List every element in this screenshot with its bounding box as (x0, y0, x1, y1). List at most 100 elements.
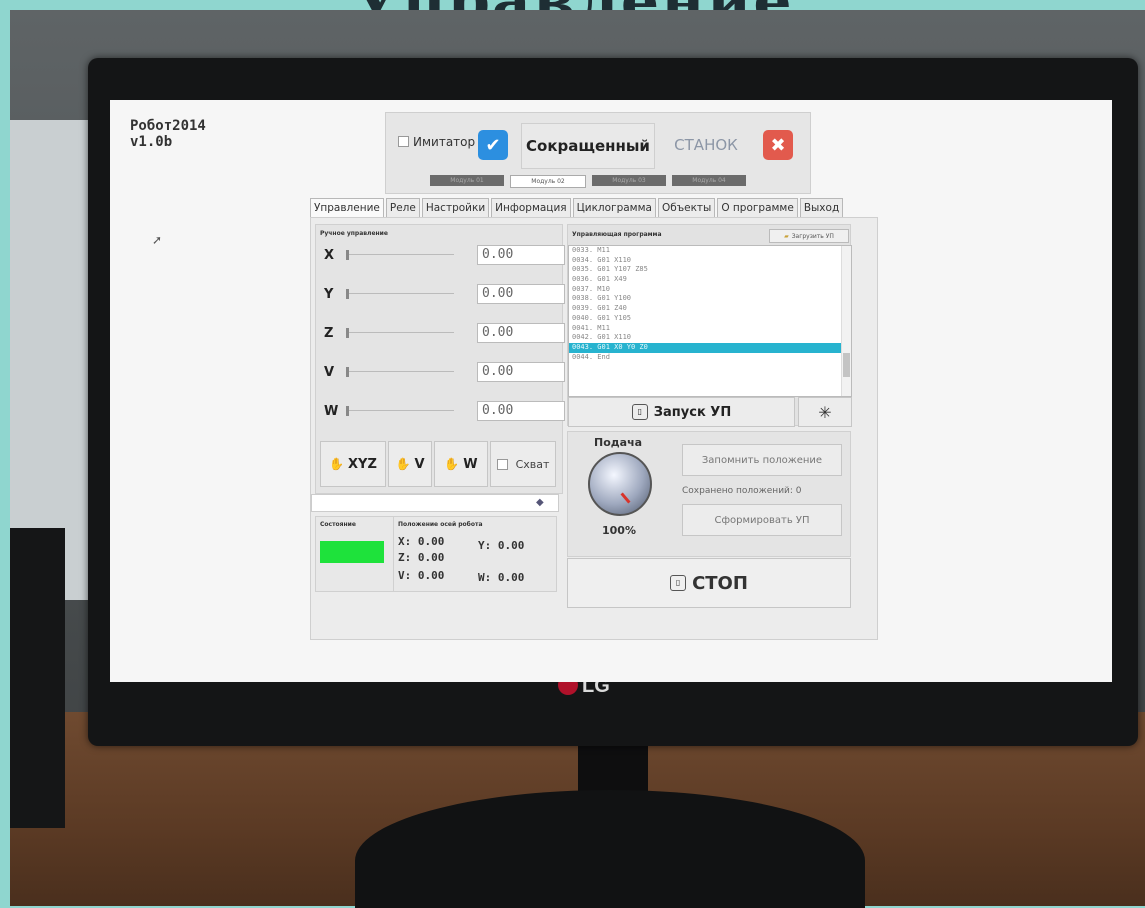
close-icon: ✖ (770, 134, 786, 156)
program-line[interactable]: 0042. G01 X110 (569, 333, 851, 343)
axis-v-slider-handle[interactable] (346, 367, 349, 377)
load-program-button[interactable]: ▰ Загрузить УП (769, 229, 849, 243)
side-device (10, 528, 65, 828)
manual-control-group: Ручное управление X 0.00 Y 0.00 Z 0.00 V… (315, 224, 565, 494)
sparkle-button[interactable]: ✳ (798, 397, 852, 427)
axis-x-slider-handle[interactable] (346, 250, 349, 260)
program-line[interactable]: 0038. G01 Y100 (569, 294, 851, 304)
program-line[interactable]: 0040. G01 Y105 (569, 314, 851, 324)
chevron-down-icon[interactable]: ◆ (536, 497, 544, 508)
program-line[interactable]: 0036. G01 X49 (569, 275, 851, 285)
axis-w-input[interactable]: 0.00 (477, 401, 565, 421)
program-title: Управляющая программа (572, 231, 662, 238)
tab-objects[interactable]: Объекты (657, 198, 716, 217)
axis-z-slider[interactable] (346, 328, 454, 338)
robot-position-title: Положение осей робота (398, 521, 483, 528)
robot-position-group: Положение осей робота X: 0.00 Y: 0.00 Z:… (393, 516, 557, 592)
status-group: Состояние (315, 516, 395, 592)
feed-group: Подача 100% Запомнить положение Сохранен… (567, 431, 851, 557)
pos-x: X: 0.00 (398, 535, 444, 548)
close-button[interactable]: ✖ (763, 130, 793, 160)
axis-x-input[interactable]: 0.00 (477, 245, 565, 265)
short-mode-button[interactable]: Сокращенный (521, 123, 655, 169)
remember-position-button[interactable]: Запомнить положение (682, 444, 842, 476)
form-program-button[interactable]: Сформировать УП (682, 504, 842, 536)
emulator-checkbox[interactable]: Имитатор (398, 135, 475, 149)
program-line[interactable]: 0035. G01 Y107 Z85 (569, 265, 851, 275)
program-line[interactable]: 0034. G01 X110 (569, 256, 851, 266)
axis-v-slider[interactable] (346, 367, 454, 377)
machine-mode-button[interactable]: СТАНОК (661, 123, 751, 167)
stop-label: СТОП (692, 572, 748, 594)
pos-w: W: 0.00 (478, 571, 524, 584)
tab-cyclogram[interactable]: Циклограмма (572, 198, 656, 217)
axis-v-label: V (324, 364, 335, 380)
axis-w-slider-handle[interactable] (346, 406, 349, 416)
axis-w-slider[interactable] (346, 406, 454, 416)
hand-icon: ✋ (329, 457, 345, 471)
checkbox-box[interactable] (398, 136, 409, 147)
program-line[interactable]: 0033. M11 (569, 246, 851, 256)
gripper-checkbox-box[interactable] (496, 458, 508, 470)
module-1[interactable]: Модуль 01 (430, 175, 504, 186)
check-icon: ✔ (485, 134, 501, 156)
program-line[interactable]: 0041. M11 (569, 324, 851, 334)
tab-control[interactable]: Управление (310, 198, 384, 217)
program-line[interactable]: 0039. G01 Z40 (569, 304, 851, 314)
module-4[interactable]: Модуль 04 (672, 175, 746, 186)
axis-y-slider[interactable] (346, 289, 454, 299)
axis-row-z: Z 0.00 (324, 323, 565, 343)
command-combo[interactable]: ◆ (311, 494, 559, 512)
program-scrollbar-thumb[interactable] (843, 353, 850, 377)
axis-z-label: Z (324, 325, 334, 341)
tab-relay[interactable]: Реле (385, 198, 420, 217)
move-v-button[interactable]: ✋ V (388, 441, 432, 487)
app-title: Робот2014 (130, 118, 206, 134)
program-line[interactable]: 0043. G01 X0 Y0 Z0 (569, 342, 851, 353)
axis-v-input[interactable]: 0.00 (477, 362, 565, 382)
move-w-button[interactable]: ✋ W (434, 441, 488, 487)
stop-button[interactable]: ▯ СТОП (567, 558, 851, 608)
move-v-label: V (414, 456, 425, 472)
hand-icon: ✋ (444, 457, 460, 471)
run-program-label: Запуск УП (653, 404, 732, 420)
pos-y: Y: 0.00 (478, 539, 524, 552)
axis-y-input[interactable]: 0.00 (477, 284, 565, 304)
tab-about[interactable]: О программе (717, 198, 798, 217)
pos-x-value: 0.00 (417, 535, 445, 548)
module-indicators: Модуль 01 Модуль 02 Модуль 03 Модуль 04 (430, 175, 746, 188)
pos-z-label: Z: (398, 551, 412, 564)
axis-y-slider-handle[interactable] (346, 289, 349, 299)
axis-z-input[interactable]: 0.00 (477, 323, 565, 343)
stop-icon: ▯ (670, 575, 687, 591)
gripper-label: Схват (515, 457, 550, 471)
sparkle-icon: ✳ (818, 402, 832, 422)
gripper-checkbox[interactable]: Схват (490, 441, 556, 487)
confirm-button[interactable]: ✔ (478, 130, 508, 160)
module-2[interactable]: Модуль 02 (510, 175, 586, 188)
pos-v: V: 0.00 (398, 569, 444, 582)
axis-x-slider[interactable] (346, 250, 454, 260)
program-lines: 0033. M11 0034. G01 X110 0035. G01 Y107 Z8… (569, 246, 851, 362)
feed-dial[interactable] (588, 452, 652, 516)
saved-positions-text: Сохранено положений: 0 (682, 486, 802, 496)
load-program-label: Загрузить УП (791, 232, 834, 240)
axis-row-w: W 0.00 (324, 401, 565, 421)
run-program-button[interactable]: ▯ Запуск УП (568, 397, 795, 427)
move-xyz-button[interactable]: ✋ XYZ (320, 441, 386, 487)
control-panel: Ручное управление X 0.00 Y 0.00 Z 0.00 V… (310, 217, 878, 640)
manual-control-title: Ручное управление (320, 230, 388, 237)
move-w-label: W (463, 456, 478, 472)
module-3[interactable]: Модуль 03 (592, 175, 666, 186)
pos-y-label: Y: (478, 539, 492, 552)
program-scrollbar[interactable] (841, 246, 851, 396)
program-code-list[interactable]: 0033. M11 0034. G01 X110 0035. G01 Y107 Z8… (568, 245, 852, 397)
machine-mode-label: СТАНОК (674, 136, 738, 154)
program-line[interactable]: 0044. End (569, 353, 851, 363)
axis-z-slider-handle[interactable] (346, 328, 349, 338)
pos-v-label: V: (398, 569, 412, 582)
program-line[interactable]: 0037. M10 (569, 285, 851, 295)
tab-exit[interactable]: Выход (799, 198, 844, 217)
tab-information[interactable]: Информация (491, 198, 571, 217)
tab-settings[interactable]: Настройки (421, 198, 490, 217)
